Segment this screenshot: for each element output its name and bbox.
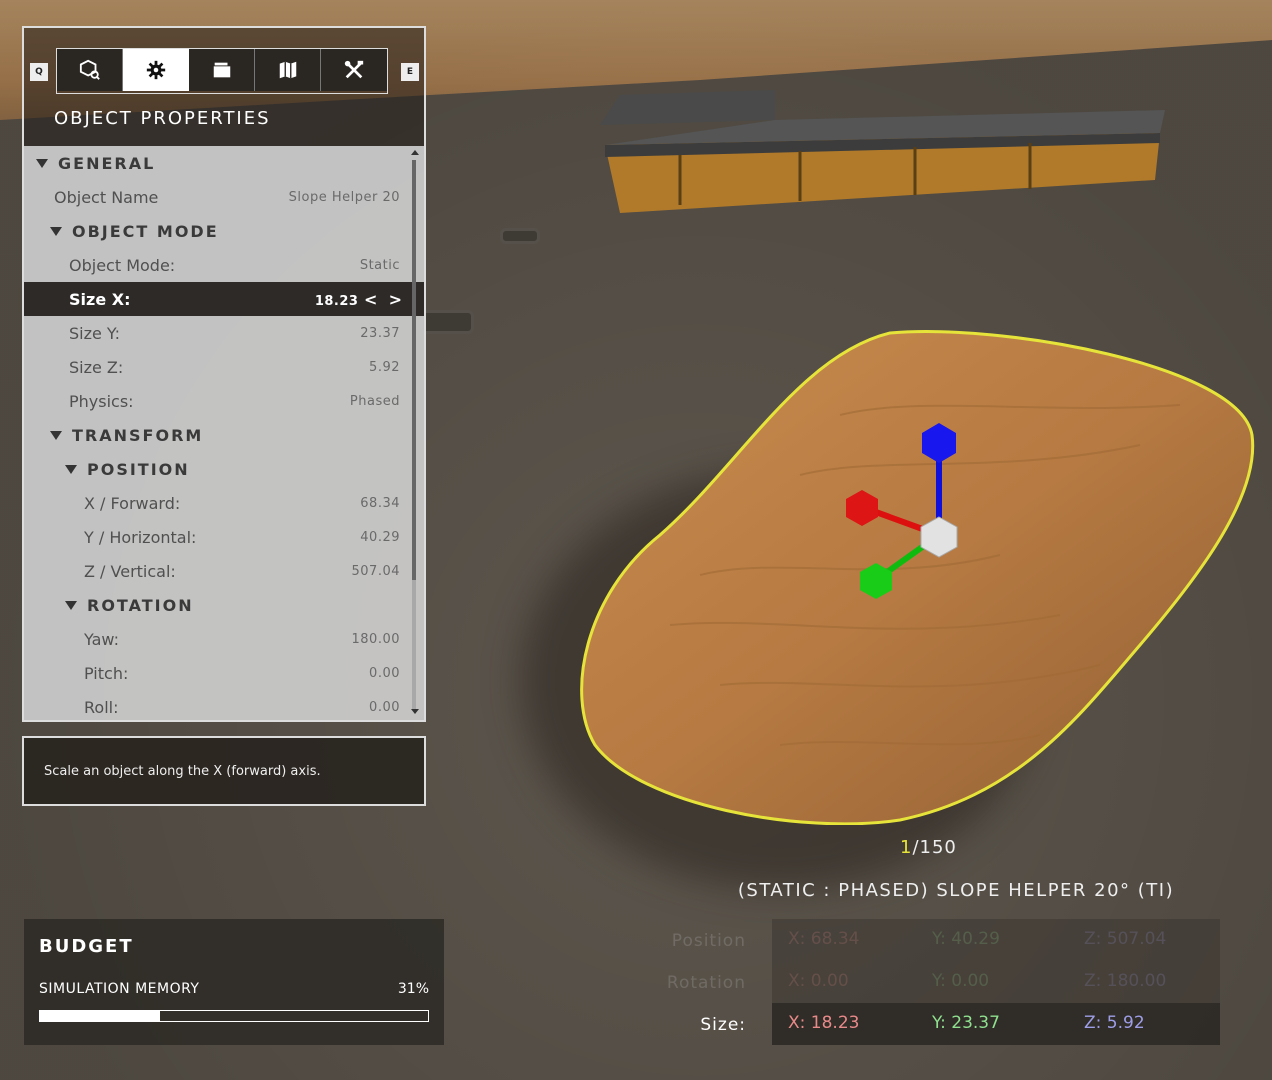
position-z: Z: 507.04 [1084,929,1167,949]
scrollbar[interactable] [412,160,416,710]
property-object-mode[interactable]: Object Mode: Static [24,248,412,282]
position-x: X: 68.34 [788,929,860,949]
next-tab-key-hint[interactable]: E [401,63,419,81]
property-pitch[interactable]: Pitch: 0.00 [24,656,412,690]
z-axis-handle[interactable] [922,423,956,463]
size-label: Size: [700,1015,746,1035]
barrier-wall [600,90,1165,213]
collapse-triangle-icon [36,158,48,168]
object-counter: 1/150 [900,837,957,858]
gizmo-center[interactable] [920,516,958,558]
gear-icon [146,60,166,80]
object-browser-icon [79,59,100,80]
property-description: Scale an object along the X (forward) ax… [22,736,426,806]
simulation-memory-label: SIMULATION MEMORY [39,981,200,997]
prev-tab-key-hint[interactable]: Q [30,63,48,81]
properties-list[interactable]: GENERAL Object Name Slope Helper 20 OBJEC… [24,146,424,720]
tab-map[interactable] [255,49,321,91]
tools-icon [344,60,364,79]
collapse-triangle-icon [65,464,77,474]
size-z: Z: 5.92 [1084,1013,1145,1033]
object-properties-panel: Q E OBJECT PROPERTIES GENERAL Object Nam… [22,26,426,722]
section-general[interactable]: GENERAL [24,146,412,180]
transform-readout: X: 68.34 Y: 40.29 Z: 507.04 X: 0.00 Y: 0… [772,919,1220,1045]
collapse-triangle-icon [50,226,62,236]
size-y: Y: 23.37 [932,1013,1000,1033]
rotation-label: Rotation [666,973,746,993]
panel-title: OBJECT PROPERTIES [54,108,271,129]
size-x: X: 18.23 [788,1013,860,1033]
simulation-memory-bar [39,1010,429,1022]
property-object-name[interactable]: Object Name Slope Helper 20 [24,180,412,214]
property-size-z[interactable]: Size Z: 5.92 [24,350,412,384]
budget-title: BUDGET [39,936,134,957]
transform-gizmo[interactable] [840,420,970,610]
budget-panel: BUDGET SIMULATION MEMORY 31% [24,919,444,1045]
increment-arrow-icon[interactable]: > [389,290,402,309]
rotation-x: X: 0.00 [788,971,849,991]
property-yaw[interactable]: Yaw: 180.00 [24,622,412,656]
collapse-triangle-icon [50,430,62,440]
section-position[interactable]: POSITION [24,452,412,486]
property-size-x[interactable]: Size X: 18.23 < > [24,282,424,316]
selected-object-name: (STATIC : PHASED) SLOPE HELPER 20° (TI) [737,880,1175,901]
tab-object-browser[interactable] [57,49,123,91]
tab-properties[interactable] [123,49,189,91]
position-y: Y: 40.29 [932,929,1000,949]
ground-pad [420,310,474,334]
scroll-up-icon[interactable] [411,150,419,155]
size-readout-row: X: 18.23 Y: 23.37 Z: 5.92 [772,1003,1220,1045]
simulation-memory-value: 31% [397,981,429,997]
scroll-down-icon[interactable] [411,709,419,714]
position-readout-row: X: 68.34 Y: 40.29 Z: 507.04 [772,919,1220,961]
property-size-y[interactable]: Size Y: 23.37 [24,316,412,350]
collapse-triangle-icon [65,600,77,610]
scroll-thumb[interactable] [412,160,416,580]
tab-tools[interactable] [321,49,387,91]
property-physics[interactable]: Physics: Phased [24,384,412,418]
ground-pad [500,228,540,244]
simulation-memory-fill [40,1011,161,1021]
tab-bar [56,48,388,94]
section-transform[interactable]: TRANSFORM [24,418,412,452]
property-z-vertical[interactable]: Z / Vertical: 507.04 [24,554,412,588]
map-icon [279,61,296,79]
decrement-arrow-icon[interactable]: < [364,290,377,309]
panel-header: Q E OBJECT PROPERTIES [24,28,424,146]
property-roll[interactable]: Roll: 0.00 [24,690,412,720]
x-axis-handle[interactable] [846,490,878,526]
tab-files[interactable] [189,49,255,91]
position-label: Position [671,931,746,951]
section-object-mode[interactable]: OBJECT MODE [24,214,412,248]
property-x-forward[interactable]: X / Forward: 68.34 [24,486,412,520]
folder-icon [213,62,230,78]
rotation-y: Y: 0.00 [932,971,990,991]
property-y-horizontal[interactable]: Y / Horizontal: 40.29 [24,520,412,554]
rotation-z: Z: 180.00 [1084,971,1167,991]
section-rotation[interactable]: ROTATION [24,588,412,622]
rotation-readout-row: X: 0.00 Y: 0.00 Z: 180.00 [772,961,1220,1003]
